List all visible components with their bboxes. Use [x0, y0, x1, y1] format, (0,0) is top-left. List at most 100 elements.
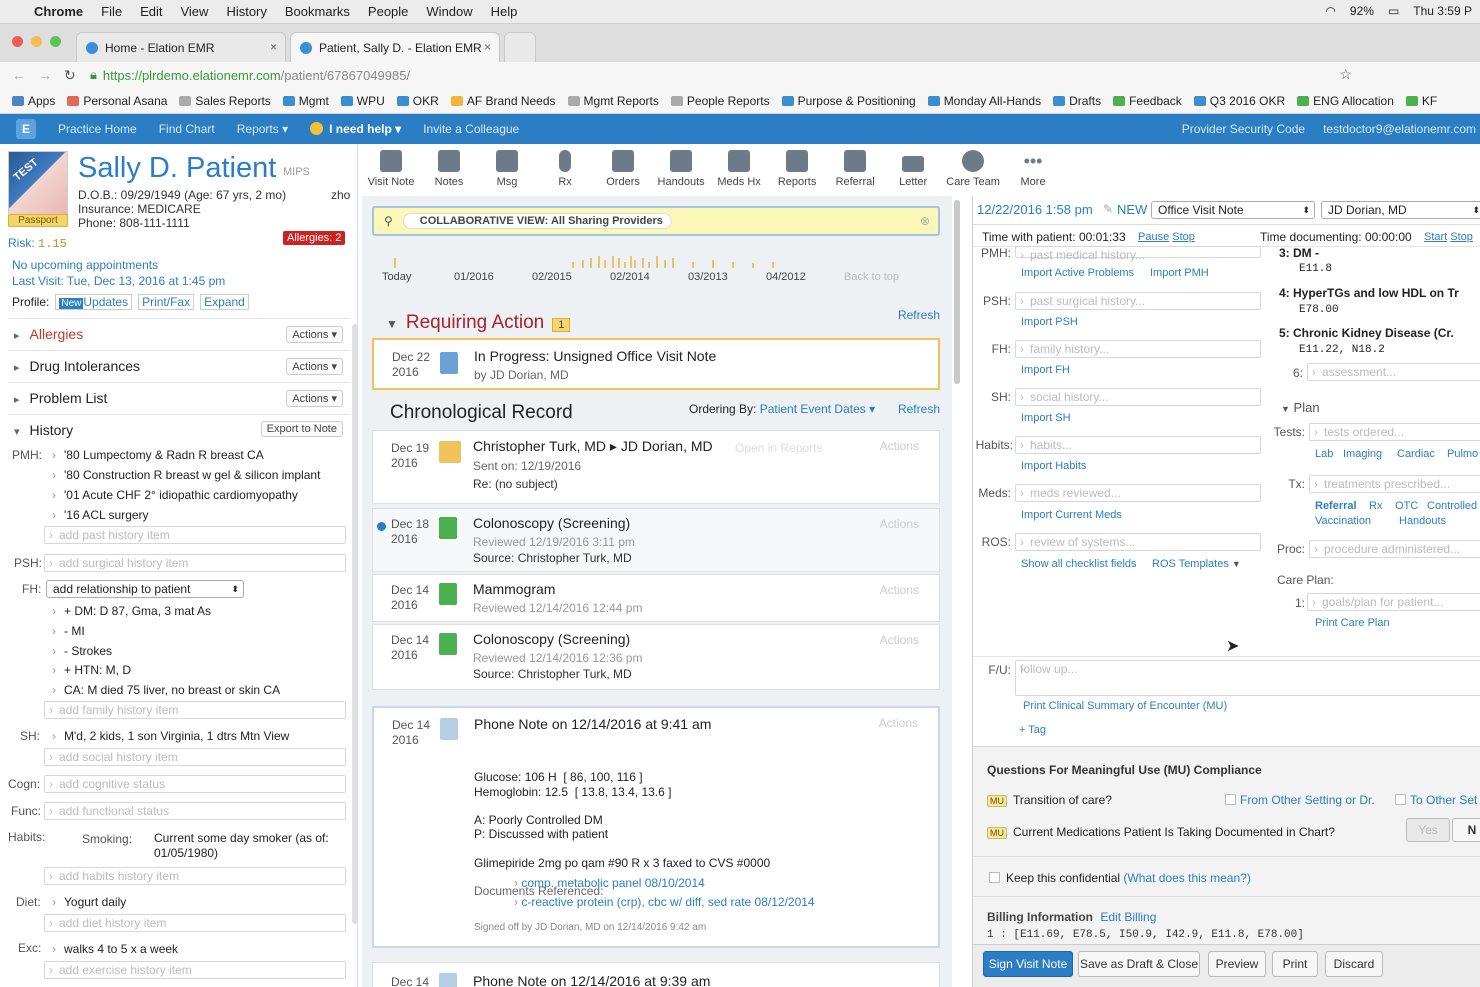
requiring-action-title[interactable]: ▼ Requiring Action 1 — [386, 312, 571, 334]
bookmark[interactable]: People Reports — [670, 94, 770, 108]
timeline-event-mark[interactable] — [634, 260, 636, 268]
passport-badge[interactable]: Passport — [8, 214, 68, 227]
menu-window[interactable]: Window — [426, 4, 472, 19]
exc-item[interactable]: walks 4 to 5 x a week — [52, 942, 178, 956]
pmh-item[interactable]: '16 ACL surgery — [52, 508, 149, 522]
reports-button[interactable]: Reports — [768, 144, 826, 196]
letter-button[interactable]: Letter — [884, 144, 942, 196]
cardiac-link[interactable]: Cardiac — [1397, 448, 1435, 460]
imaging-link[interactable]: Imaging — [1343, 448, 1382, 460]
bookmark[interactable]: Q3 2016 OKR — [1193, 94, 1285, 108]
nav-practice-home[interactable]: Practice Home — [58, 122, 137, 136]
rx-button[interactable]: Rx — [536, 144, 594, 196]
nav-find-chart[interactable]: Find Chart — [159, 122, 215, 136]
timeline-event-mark[interactable] — [572, 262, 574, 268]
import-active-problems-link[interactable]: Import Active Problems — [1021, 267, 1134, 279]
import-sh-link[interactable]: Import SH — [1021, 412, 1071, 424]
bookmark[interactable]: Personal Asana — [67, 94, 167, 108]
visit-note-button[interactable]: Visit Note — [362, 144, 420, 196]
bookmark[interactable]: AF Brand Needs — [450, 94, 556, 108]
close-tab-icon[interactable]: × — [484, 40, 491, 54]
menu-people[interactable]: People — [368, 4, 408, 19]
open-in-reports-link[interactable]: Open in Reports — [735, 441, 822, 455]
fh-item[interactable]: CA: M died 75 liver, no breast or skin C… — [52, 683, 280, 697]
phone-note[interactable]: Dec 14 2016 Phone Note on 12/14/2016 at 9… — [372, 706, 940, 948]
discard-button[interactable]: Discard — [1325, 951, 1383, 977]
bookmark[interactable]: Sales Reports — [179, 94, 271, 108]
care-plan-input[interactable]: goals/plan for patient... — [1307, 593, 1480, 611]
add-sh-input[interactable]: add social history item — [44, 748, 346, 766]
print-clinical-summary-link[interactable]: Print Clinical Summary of Encounter (MU) — [1023, 700, 1227, 712]
record-item[interactable]: Dec 14 2016 Mammogram Actions Reviewed 12… — [372, 574, 940, 622]
actions-link[interactable]: Actions — [880, 633, 919, 647]
import-habits-link[interactable]: Import Habits — [1021, 460, 1086, 472]
bookmark[interactable]: ENG Allocation — [1297, 94, 1394, 108]
doc-reference-link[interactable]: › comp. metabolic panel 08/10/2014 — [514, 876, 705, 890]
bookmark[interactable]: Mgmt — [282, 94, 329, 108]
add-psh-input[interactable]: add surgical history item — [44, 554, 346, 572]
actions-link[interactable]: Actions — [880, 583, 919, 597]
otc-link[interactable]: OTC — [1395, 500, 1418, 512]
smoking-status[interactable]: Current some day smoker (as of: 01/05/19… — [154, 831, 344, 861]
tests-input[interactable]: tests ordered... — [1309, 423, 1480, 441]
fh-item[interactable]: - MI — [52, 624, 85, 638]
psh-input[interactable]: past surgical history... — [1015, 292, 1261, 310]
menu-help[interactable]: Help — [491, 4, 518, 19]
plan-header[interactable]: ▼ Plan — [1281, 400, 1320, 415]
bookmark[interactable]: Feedback — [1113, 94, 1182, 108]
timeline-event-mark[interactable] — [672, 258, 674, 268]
fh-item[interactable]: + HTN: M, D — [52, 663, 131, 677]
menu-view[interactable]: View — [180, 4, 208, 19]
diagnosis-4[interactable]: 4: HyperTGs and low HDL on Tr — [1279, 286, 1459, 300]
doc-reference-link[interactable]: › c-reactive protein (crp), cbc w/ diff,… — [514, 895, 815, 909]
requiring-refresh-link[interactable]: Refresh — [898, 308, 940, 322]
allergies-section[interactable]: Allergies — [14, 326, 84, 342]
maximize-window-icon[interactable] — [50, 36, 61, 47]
timeline[interactable]: Today 01/2016 02/2015 02/2014 03/2013 04… — [372, 246, 940, 292]
timeline-event-mark[interactable] — [612, 256, 614, 268]
provider-select[interactable]: JD Dorian, MD ⬍ — [1321, 201, 1480, 219]
menu-app[interactable]: Chrome — [34, 4, 83, 19]
timeline-event-mark[interactable] — [598, 256, 600, 268]
bookmark[interactable]: Drafts — [1053, 94, 1101, 108]
fh-relationship-select[interactable]: add relationship to patient ⬍ — [46, 580, 244, 598]
from-other-setting-checkbox[interactable]: From Other Setting or Dr. — [1225, 793, 1375, 807]
new-tab-button[interactable] — [504, 32, 536, 62]
nav-help[interactable]: I need help ▾ — [310, 122, 401, 136]
bookmark[interactable]: Monday All-Hands — [927, 94, 1041, 108]
import-psh-link[interactable]: Import PSH — [1021, 316, 1078, 328]
upcoming-appointments[interactable]: No upcoming appointments — [12, 258, 158, 272]
nav-reports[interactable]: Reports ▾ — [237, 122, 288, 136]
doc-timer-controls[interactable]: Start Stop — [1424, 231, 1473, 243]
notes-button[interactable]: Notes — [420, 144, 478, 196]
timeline-event-mark[interactable] — [630, 256, 632, 268]
timeline-event-mark[interactable] — [752, 263, 754, 268]
actions-link[interactable]: Actions — [880, 517, 919, 531]
problem-list-section[interactable]: Problem List — [14, 390, 108, 406]
patient-photo[interactable] — [8, 151, 68, 219]
allergies-actions-button[interactable]: Actions ▾ — [286, 326, 343, 343]
habits-input[interactable]: habits... — [1015, 436, 1261, 454]
print-fax-link[interactable]: Print/Fax — [138, 294, 195, 310]
ros-input[interactable]: review of systems... — [1015, 533, 1261, 551]
close-tab-icon[interactable]: × — [270, 40, 277, 54]
timeline-event-mark[interactable] — [692, 262, 694, 268]
history-section[interactable]: History — [14, 422, 74, 438]
handouts-button[interactable]: Handouts — [652, 144, 710, 196]
pmh-item[interactable]: '01 Acute CHF 2° idiopathic cardiomyopat… — [52, 488, 298, 502]
print-care-plan-link[interactable]: Print Care Plan — [1315, 617, 1390, 629]
back-to-top-link[interactable]: Back to top — [844, 271, 899, 283]
meds-input[interactable]: meds reviewed... — [1015, 484, 1261, 502]
feed-scrollbar[interactable] — [954, 200, 960, 384]
drug-actions-button[interactable]: Actions ▾ — [286, 358, 343, 375]
sidebar-scrollbar[interactable] — [352, 324, 357, 924]
tab-patient[interactable]: Patient, Sally D. - Elation EMR × — [290, 32, 500, 62]
timeline-event-mark[interactable] — [624, 262, 626, 268]
edit-icon[interactable]: ✎ — [1103, 202, 1113, 216]
actions-link[interactable]: Actions — [879, 716, 918, 730]
import-meds-link[interactable]: Import Current Meds — [1021, 509, 1122, 521]
note-datetime[interactable]: 12/22/2016 1:58 pm — [977, 202, 1093, 217]
tab-home[interactable]: Home - Elation EMR × — [76, 32, 286, 62]
diagnosis-5[interactable]: 5: Chronic Kidney Disease (Cr. — [1279, 326, 1454, 340]
print-button[interactable]: Print — [1272, 951, 1318, 977]
